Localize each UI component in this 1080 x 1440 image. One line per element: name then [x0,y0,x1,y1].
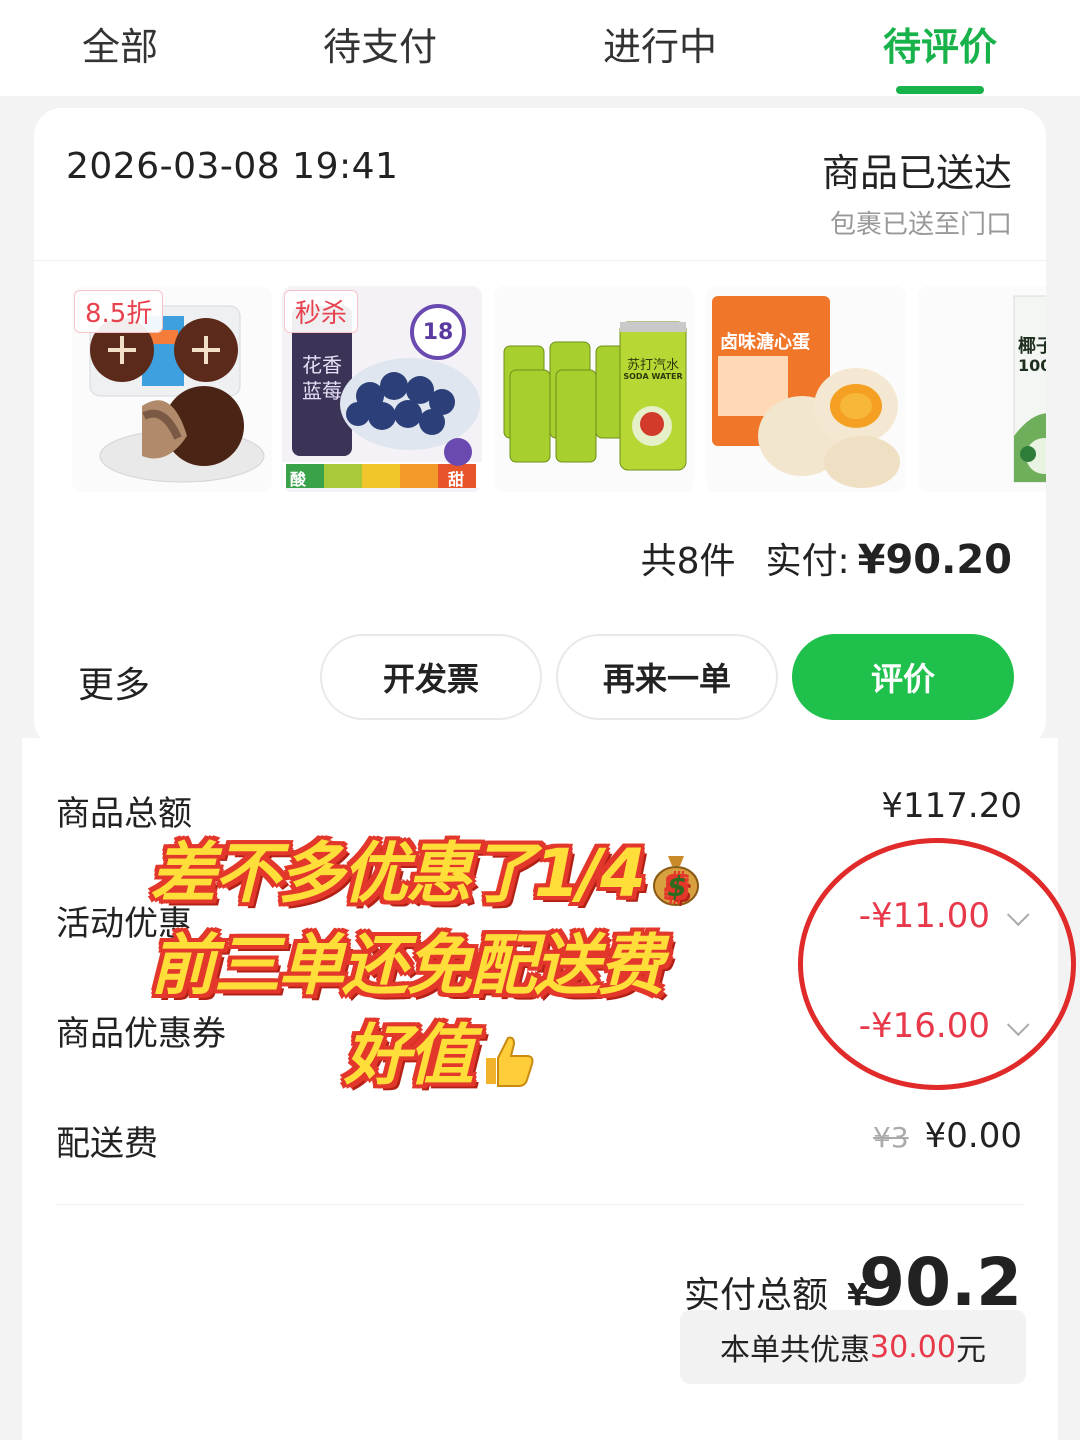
product-thumbnails[interactable]: 8.5折 秒杀 花香蓝莓 18 酸 甜 苏打汽水 SODA WATER 卤味溏心… [72,286,1046,492]
money-bag-icon: $ [652,855,699,906]
active-tab-indicator [896,86,984,94]
card-divider [34,260,1046,261]
order-tabs: 全部 待支付 进行中 待评价 [0,0,1080,96]
sweet-label: 甜 [448,470,465,489]
egg-image [706,286,906,492]
svg-text:$: $ [667,870,685,903]
saving-summary: 本单共优惠 30.00 元 [680,1310,1026,1384]
order-status: 商品已送达 [821,151,1012,195]
egg-label: 卤味溏心蛋 [720,332,810,353]
product-thumb-bun[interactable]: 8.5折 [72,286,272,492]
saving-amount: 30.00 [870,1329,956,1365]
tab-all[interactable]: 全部 [82,16,158,71]
product-thumb-coconut[interactable]: 椰子水 100% [918,286,1046,492]
annotation-line-1: 差不多优惠了1/4 $ [150,820,702,916]
reorder-button[interactable]: 再来一单 [556,634,778,720]
delivery-fee-label: 配送费 [56,1124,158,1164]
highlight-circle [798,838,1076,1090]
review-button[interactable]: 评价 [792,634,1014,720]
coconut-label: 椰子水 [1018,336,1046,357]
tab-in-progress[interactable]: 进行中 [603,16,717,71]
soda-label-cn: 苏打汽水 [626,358,679,373]
delivery-fee-row: ¥3 ¥0.00 [873,1116,1022,1156]
soda-label-en: SODA WATER [623,372,683,381]
thumbs-up-icon [486,1036,534,1087]
item-count: 共8件 [640,541,736,582]
coupon-label: 商品优惠券 [56,1014,226,1054]
product-thumb-blueberry[interactable]: 秒杀 花香蓝莓 18 酸 甜 [282,286,482,492]
flash-sale-tag: 秒杀 [284,290,359,333]
blueberry-size-badge: 18 [422,320,454,345]
product-thumb-soda[interactable]: 苏打汽水 SODA WATER [494,286,694,492]
tab-pending-payment[interactable]: 待支付 [323,16,437,71]
order-substatus: 包裹已送至门口 [829,210,1012,240]
coconut-image [918,286,1046,492]
saving-suffix: 元 [955,1333,986,1368]
order-summary: 共8件 实付: ¥90.20 [641,532,1012,584]
goods-total-value: ¥117.20 [881,786,1022,826]
product-thumb-egg[interactable]: 卤味溏心蛋 [706,286,906,492]
sour-label: 酸 [290,470,307,489]
annotation-line-3-text: 好值 [344,1017,474,1094]
invoice-button[interactable]: 开发票 [320,634,542,720]
paid-amount: ¥90.20 [857,537,1012,583]
blueberry-label: 花香蓝莓 [302,353,342,403]
discount-tag: 8.5折 [74,290,164,333]
delivery-fee-original: ¥3 [873,1121,909,1154]
order-card[interactable]: 2026-03-08 19:41 商品已送达 包裹已送至门口 8.5折 秒杀 花… [34,108,1046,748]
annotation-line-3: 好值 [344,1002,538,1098]
more-button[interactable]: 更多 [78,656,150,708]
annotation-line-2: 前三单还免配送费 [150,927,664,1004]
panel-divider [56,1204,1024,1205]
order-time: 2026-03-08 19:41 [66,146,399,187]
paid-label: 实付: [765,541,850,582]
annotation-line-1-text: 差不多优惠了1/4 [150,835,646,912]
tab-pending-review[interactable]: 待评价 [883,16,997,71]
delivery-fee-value: ¥0.00 [924,1116,1022,1156]
coconut-percent: 100% [1018,356,1046,375]
soda-image [494,286,694,492]
saving-prefix: 本单共优惠 [720,1333,871,1368]
